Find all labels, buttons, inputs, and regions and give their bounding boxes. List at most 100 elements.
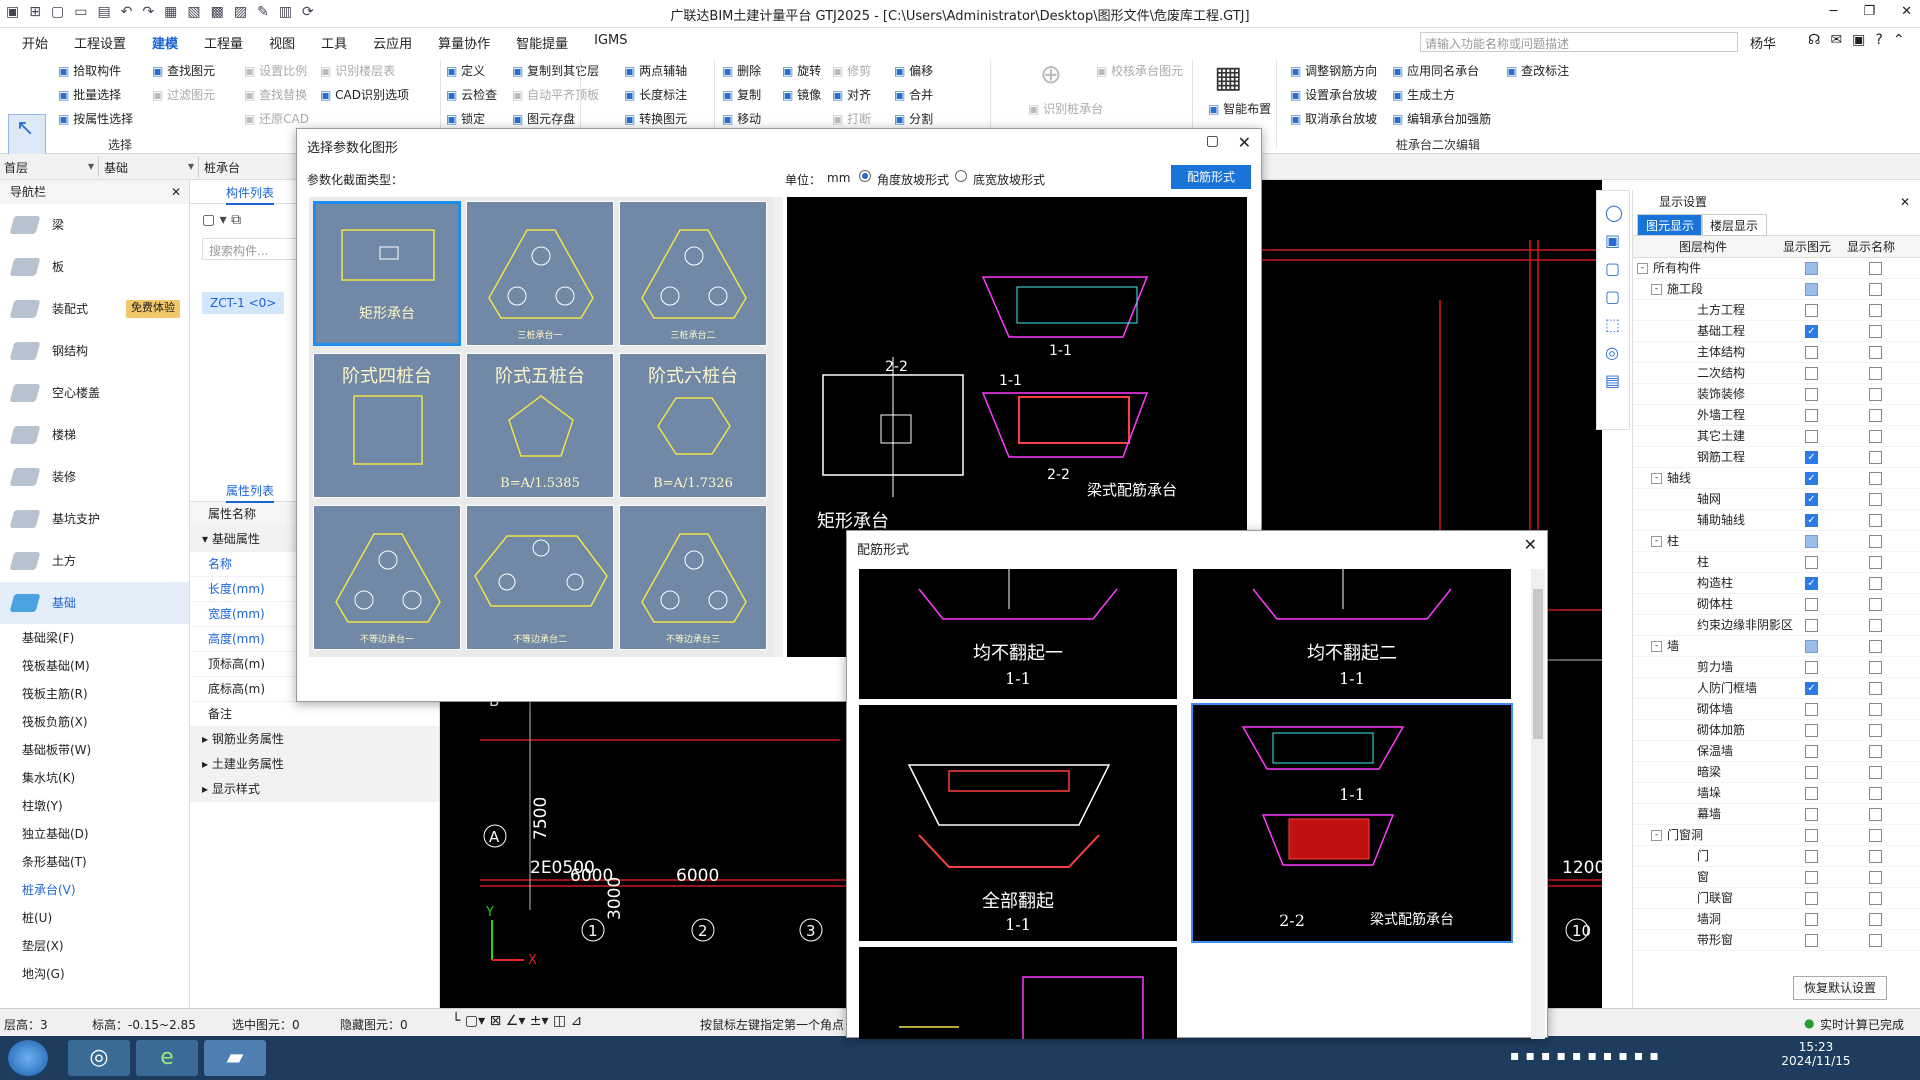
ribbon-button[interactable]: ▣ 调整钢筋方向 <box>1290 62 1377 79</box>
show-name-checkbox[interactable] <box>1869 430 1882 443</box>
show-name-checkbox[interactable] <box>1869 367 1882 380</box>
start-button[interactable] <box>8 1040 48 1076</box>
ribbon-button[interactable]: ▣ 分割 <box>894 110 933 127</box>
nav-subitem[interactable]: 桩(U) <box>0 904 189 932</box>
ribbon-button[interactable]: ▣ 应用同名承台 <box>1392 62 1479 79</box>
show-name-checkbox[interactable] <box>1869 892 1882 905</box>
show-element-checkbox[interactable] <box>1805 934 1818 947</box>
nav-item[interactable]: 土方 <box>0 540 189 582</box>
show-element-checkbox[interactable] <box>1805 829 1818 842</box>
ribbon-button[interactable]: ▣ 设置承台放坡 <box>1290 86 1377 103</box>
type-dropdown-icon[interactable]: ▾ <box>188 159 194 173</box>
function-search-input[interactable]: 请输入功能名称或问题描述 <box>1420 32 1738 52</box>
close-icon[interactable]: ✕ <box>171 180 181 204</box>
message-icon[interactable]: ✉ <box>1830 32 1842 48</box>
nav-item[interactable]: 基坑支护 <box>0 498 189 540</box>
show-name-checkbox[interactable] <box>1869 409 1882 422</box>
shape-option[interactable]: 不等边承台二 <box>466 505 614 650</box>
show-element-checkbox[interactable] <box>1805 430 1818 443</box>
show-name-checkbox[interactable] <box>1869 472 1882 485</box>
ribbon-button[interactable]: ▣ 对齐 <box>832 86 871 103</box>
nav-item[interactable]: 梁 <box>0 204 189 246</box>
rebar-form-button[interactable]: 配筋形式 <box>1171 165 1251 189</box>
show-element-checkbox[interactable] <box>1805 703 1818 716</box>
ribbon-button[interactable]: ▣ 识别桩承台 <box>1028 100 1103 117</box>
tree-toggle-icon[interactable]: - <box>1651 536 1662 547</box>
show-element-checkbox[interactable] <box>1805 766 1818 779</box>
show-element-checkbox[interactable]: ✓ <box>1805 682 1818 695</box>
tree-toggle-icon[interactable]: - <box>1651 641 1662 652</box>
show-name-checkbox[interactable] <box>1869 577 1882 590</box>
nav-subitem[interactable]: 筏板主筋(R) <box>0 680 189 708</box>
restore-icon[interactable]: ❐ <box>1863 4 1875 19</box>
snap-tools-icon[interactable]: └ ▢▾ ⊠ ∠▾ ±▾ ◫ ⊿ <box>452 1013 582 1029</box>
collapse-icon[interactable]: ⌃ <box>1893 32 1905 48</box>
ribbon-button[interactable]: ▣ 智能布置 <box>1208 100 1271 117</box>
show-element-checkbox[interactable]: ✓ <box>1805 493 1818 506</box>
tree-toggle-icon[interactable]: - <box>1637 263 1648 274</box>
show-name-checkbox[interactable] <box>1869 619 1882 632</box>
show-name-checkbox[interactable] <box>1869 787 1882 800</box>
show-element-checkbox[interactable] <box>1805 283 1818 296</box>
nav-item[interactable]: 装配式 免费体验 <box>0 288 189 330</box>
show-name-checkbox[interactable] <box>1869 493 1882 506</box>
ribbon-button[interactable]: ▣ 转换图元 <box>624 110 687 127</box>
ribbon-button[interactable]: ▣ 锁定 <box>446 110 485 127</box>
ribbon-button[interactable]: ▣ 打断 <box>832 110 871 127</box>
show-element-checkbox[interactable] <box>1805 367 1818 380</box>
show-name-checkbox[interactable] <box>1869 703 1882 716</box>
new-component-icon[interactable]: ▢ ▾ ⧉ <box>202 212 241 228</box>
ribbon-button[interactable]: ▣ 设置比例 <box>244 62 307 79</box>
show-name-checkbox[interactable] <box>1869 724 1882 737</box>
ribbon-button[interactable]: ▣ 取消承台放坡 <box>1290 110 1377 127</box>
show-name-checkbox[interactable] <box>1869 388 1882 401</box>
tab-element-display[interactable]: 图元显示 <box>1637 214 1704 236</box>
show-element-checkbox[interactable]: ✓ <box>1805 451 1818 464</box>
menu-item[interactable]: 算量协作 <box>438 33 490 56</box>
type-select[interactable]: 基础 <box>104 159 128 176</box>
ribbon-button[interactable]: ▣ 查找图元 <box>152 62 215 79</box>
ribbon-button[interactable]: ▣ 复制到其它层 <box>512 62 599 79</box>
show-name-checkbox[interactable] <box>1869 304 1882 317</box>
headset-icon[interactable]: ☊ <box>1808 32 1820 48</box>
help-icon[interactable]: ? <box>1875 32 1882 48</box>
menu-item[interactable]: 工具 <box>321 33 347 56</box>
nav-subitem[interactable]: 桩承台(V) <box>0 876 189 904</box>
nav-subitem[interactable]: 筏板负筋(X) <box>0 708 189 736</box>
ribbon-button[interactable]: ▣ 生成土方 <box>1392 86 1455 103</box>
component-select[interactable]: 桩承台 <box>204 159 240 176</box>
show-element-checkbox[interactable] <box>1805 619 1818 632</box>
show-element-checkbox[interactable] <box>1805 304 1818 317</box>
ribbon-button[interactable]: ▣ 合并 <box>894 86 933 103</box>
taskbar-app-gtj[interactable]: ▰ <box>204 1040 266 1076</box>
ribbon-button[interactable]: ▣ 两点辅轴 <box>624 62 687 79</box>
show-element-checkbox[interactable] <box>1805 724 1818 737</box>
property-group[interactable]: ▸ 钢筋业务属性 <box>190 727 439 752</box>
ribbon-button[interactable]: ▣ 复制 <box>722 86 761 103</box>
property-group[interactable]: ▸ 土建业务属性 <box>190 752 439 777</box>
ribbon-button[interactable]: ▣ 删除 <box>722 62 761 79</box>
ribbon-button[interactable]: ▣ 自动平齐顶板 <box>512 86 599 103</box>
show-name-checkbox[interactable] <box>1869 283 1882 296</box>
show-element-checkbox[interactable]: ✓ <box>1805 577 1818 590</box>
ribbon-button[interactable]: ▣ 修剪 <box>832 62 871 79</box>
show-element-checkbox[interactable] <box>1805 892 1818 905</box>
ribbon-button[interactable]: ▣ 定义 <box>446 62 485 79</box>
free-trial-badge[interactable]: 免费体验 <box>126 300 180 318</box>
rebar-option[interactable]: 均不翻起一 1-1 <box>859 569 1177 699</box>
ribbon-button[interactable]: ▣ 长度标注 <box>624 86 687 103</box>
floor-select[interactable]: 首层 <box>4 159 28 176</box>
ribbon-button[interactable]: ▣ 批量选择 <box>58 86 121 103</box>
ribbon-button[interactable]: ▣ CAD识别选项 <box>320 86 409 103</box>
ribbon-button[interactable]: ▣ 编辑承台加强筋 <box>1392 110 1491 127</box>
component-item-zct1[interactable]: ZCT-1 <0> <box>202 292 285 314</box>
nav-subitem[interactable]: 基础梁(F) <box>0 624 189 652</box>
show-element-checkbox[interactable] <box>1805 913 1818 926</box>
show-name-checkbox[interactable] <box>1869 829 1882 842</box>
ribbon-button[interactable]: ▣ 查找替换 <box>244 86 307 103</box>
show-element-checkbox[interactable] <box>1805 388 1818 401</box>
show-name-checkbox[interactable] <box>1869 850 1882 863</box>
taskbar-app-ie[interactable]: e <box>136 1040 198 1076</box>
show-element-checkbox[interactable] <box>1805 850 1818 863</box>
tree-toggle-icon[interactable]: - <box>1651 473 1662 484</box>
